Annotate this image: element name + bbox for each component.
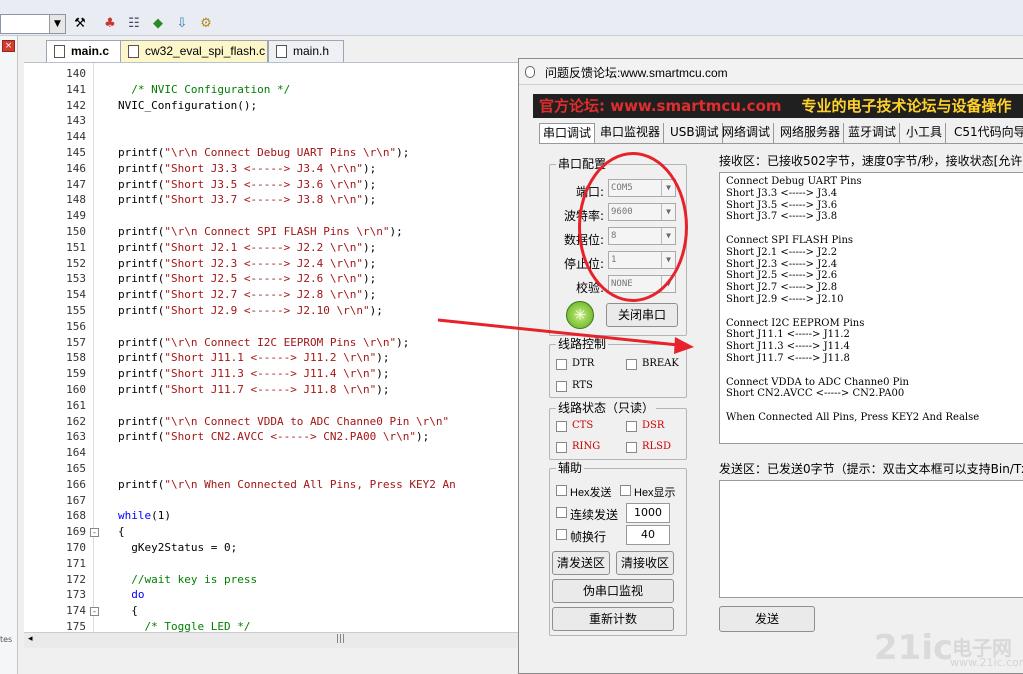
arrow-head-icon xyxy=(674,337,694,354)
arrow-shaft xyxy=(437,318,679,347)
watermark-logo: 21ic xyxy=(874,628,954,668)
watermark-url: www.21ic.com xyxy=(950,656,1023,669)
annotation-arrow xyxy=(437,318,694,354)
